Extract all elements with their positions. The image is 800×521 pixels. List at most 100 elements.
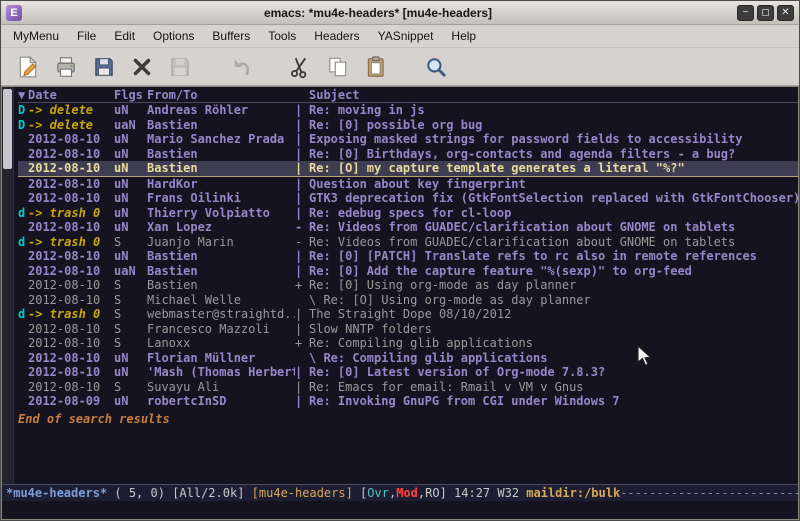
maximize-button-icon[interactable]: ◻: [757, 5, 774, 21]
message-from: HardKor: [147, 177, 295, 192]
menu-file[interactable]: File: [68, 26, 105, 46]
column-header-date[interactable]: Date: [28, 88, 114, 102]
column-header-subject[interactable]: Subject: [309, 88, 798, 102]
modeline-segment: RO: [425, 486, 439, 500]
message-row[interactable]: d-> trash 0uNThierry Volpiatto|Re: edebu…: [18, 206, 798, 221]
message-row[interactable]: 2012-08-09uNrobertcInSD|Re: Invoking Gnu…: [18, 394, 798, 409]
menu-edit[interactable]: Edit: [105, 26, 144, 46]
message-subject: Re: Emacs for email: Rmail v VM v Gnus: [309, 380, 798, 395]
message-from: Florian Müllner: [147, 351, 295, 366]
message-row[interactable]: d-> trash 0Swebmaster@straightd...|The S…: [18, 307, 798, 322]
message-row[interactable]: 2012-08-10uNFrans Oilinki|GTK3 deprecati…: [18, 191, 798, 206]
message-date: -> trash 0: [28, 307, 114, 322]
message-row[interactable]: 2012-08-10uNBastien|Re: [O] my capture t…: [18, 161, 798, 177]
thread-separator: |: [295, 264, 309, 279]
modeline-segment: 14:27 W32: [454, 486, 526, 500]
message-subject: Re: edebug specs for cl-loop: [309, 206, 798, 221]
message-flags: S: [114, 380, 147, 395]
message-date: 2012-08-10: [28, 380, 114, 395]
message-row[interactable]: 2012-08-10uNXan Lopez-Re: Videos from GU…: [18, 220, 798, 235]
close-button-icon[interactable]: ✕: [777, 5, 794, 21]
message-mark: [18, 351, 28, 366]
message-from: Xan Lopez: [147, 220, 295, 235]
message-subject: Re: Compiling glib applications: [309, 336, 798, 351]
message-row[interactable]: 2012-08-10SSuvayu Ali|Re: Emacs for emai…: [18, 380, 798, 395]
scrollbar[interactable]: [2, 87, 14, 484]
message-row[interactable]: 2012-08-10SFrancesco Mazzoli|Slow NNTP f…: [18, 322, 798, 337]
message-mark: [18, 380, 28, 395]
message-date: 2012-08-10: [28, 220, 114, 235]
thread-separator: |: [295, 322, 309, 337]
message-subject: Re: moving in js: [309, 103, 798, 118]
message-from: Bastien: [147, 118, 295, 133]
close-buffer-icon[interactable]: [127, 52, 157, 82]
message-row[interactable]: 2012-08-10uN'Mash (Thomas Herbert)|Re: […: [18, 365, 798, 380]
message-row[interactable]: 2012-08-10uNBastien|Re: [0] Birthdays, o…: [18, 147, 798, 162]
message-mark: [18, 365, 28, 380]
message-subject: Re: [0] Birthdays, org-contacts and agen…: [309, 147, 798, 162]
menu-options[interactable]: Options: [144, 26, 203, 46]
modeline-segment: ( 5, 0): [107, 486, 172, 500]
message-date: 2012-08-10: [28, 322, 114, 337]
emacs-window: E emacs: *mu4e-headers* [mu4e-headers] −…: [0, 0, 800, 521]
write-file-icon: [165, 52, 195, 82]
message-from: Thierry Volpiatto: [147, 206, 295, 221]
message-subject: The Straight Dope 08/10/2012: [309, 307, 798, 322]
message-from: Lanoxx: [147, 336, 295, 351]
minimize-button-icon[interactable]: −: [737, 5, 754, 21]
message-subject: Question about key fingerprint: [309, 177, 798, 192]
message-mark: D: [18, 103, 28, 118]
cut-icon[interactable]: [285, 52, 315, 82]
new-file-icon[interactable]: [13, 52, 43, 82]
message-date: 2012-08-10: [28, 293, 114, 308]
message-from: webmaster@straightd...: [147, 307, 295, 322]
menu-headers[interactable]: Headers: [305, 26, 368, 46]
print-icon[interactable]: [51, 52, 81, 82]
end-of-results-text: End of search results: [18, 409, 798, 427]
paste-icon[interactable]: [361, 52, 391, 82]
message-subject: Re: [0] Add the capture feature "%(sexp)…: [309, 264, 798, 279]
message-subject: Re: Videos from GUADEC/clarification abo…: [309, 235, 798, 250]
copy-icon[interactable]: [323, 52, 353, 82]
message-row[interactable]: D-> deleteuNAndreas Röhler|Re: moving in…: [18, 103, 798, 118]
message-row[interactable]: 2012-08-10SMichael Welle\ Re: [O] Using …: [18, 293, 798, 308]
thread-separator: |: [295, 394, 309, 409]
message-row[interactable]: 2012-08-10uNMario Sanchez Prada|Exposing…: [18, 132, 798, 147]
message-row[interactable]: 2012-08-10SLanoxx+Re: Compiling glib app…: [18, 336, 798, 351]
modeline-segment: [All/2.0k]: [172, 486, 251, 500]
column-header-from[interactable]: From/To: [147, 88, 295, 102]
menu-help[interactable]: Help: [442, 26, 485, 46]
message-mark: [18, 177, 28, 192]
scrollbar-thumb[interactable]: [3, 89, 12, 169]
message-row[interactable]: 2012-08-10uaNBastien|Re: [0] Add the cap…: [18, 264, 798, 279]
message-date: 2012-08-10: [28, 177, 114, 192]
menu-yasnippet[interactable]: YASnippet: [369, 26, 443, 46]
message-flags: uN: [114, 191, 147, 206]
message-row[interactable]: 2012-08-10uNBastien|Re: [0] [PATCH] Tran…: [18, 249, 798, 264]
thread-separator: |: [295, 249, 309, 264]
column-header-flags[interactable]: Flgs: [114, 88, 147, 102]
message-row[interactable]: d-> trash 0SJuanjo Marin-Re: Videos from…: [18, 235, 798, 250]
message-from: Bastien: [147, 264, 295, 279]
message-row[interactable]: 2012-08-10uNFlorian Müllner\ Re: Compili…: [18, 351, 798, 366]
message-row[interactable]: 2012-08-10uNHardKor|Question about key f…: [18, 177, 798, 192]
menu-tools[interactable]: Tools: [259, 26, 305, 46]
save-icon[interactable]: [89, 52, 119, 82]
message-mark: [18, 322, 28, 337]
message-mark: D: [18, 118, 28, 133]
message-row[interactable]: 2012-08-10SBastien+Re: [0] Using org-mod…: [18, 278, 798, 293]
message-date: -> delete: [28, 103, 114, 118]
header-line[interactable]: ▼ Date Flgs From/To Subject: [18, 88, 798, 103]
message-from: Francesco Mazzoli: [147, 322, 295, 337]
modeline-segment: Mod: [396, 486, 418, 500]
message-flags: uaN: [114, 118, 147, 133]
message-from: Bastien: [147, 161, 295, 176]
message-row[interactable]: D-> deleteuaNBastien|Re: [0] possible or…: [18, 118, 798, 133]
menu-mymenu[interactable]: MyMenu: [4, 26, 68, 46]
menu-buffers[interactable]: Buffers: [203, 26, 259, 46]
message-mark: d: [18, 206, 28, 221]
search-icon[interactable]: [421, 52, 451, 82]
message-subject: Re: [O] my capture template generates a …: [309, 161, 798, 176]
titlebar[interactable]: E emacs: *mu4e-headers* [mu4e-headers] −…: [1, 1, 799, 25]
modeline-segment: *mu4e-headers*: [6, 486, 107, 500]
